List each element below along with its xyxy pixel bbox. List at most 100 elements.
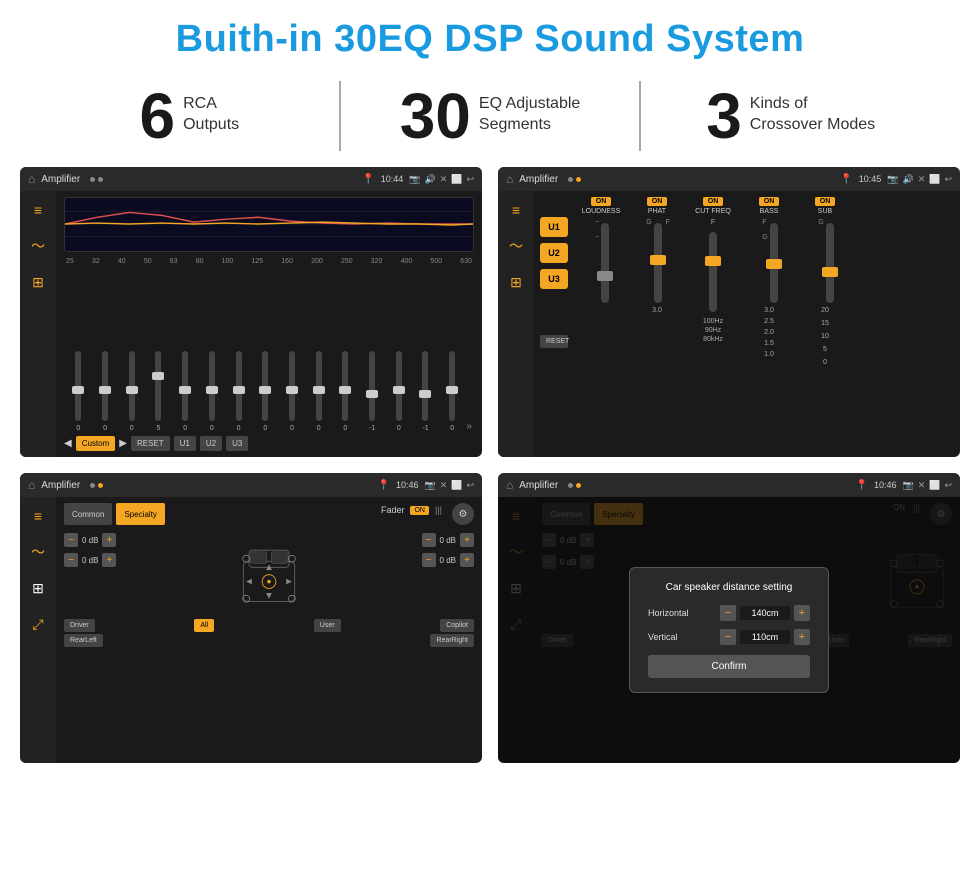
speaker-icon-3[interactable]: ⊞ [25, 577, 51, 599]
car-svg [229, 533, 309, 613]
left-speaker-controls: − 0 dB + − 0 dB + [64, 533, 116, 567]
driver-btn-3[interactable]: Driver [64, 619, 95, 632]
custom-btn[interactable]: Custom [76, 436, 116, 451]
settings-icon: ⚙ [459, 509, 468, 520]
more-icon[interactable]: » [467, 421, 473, 432]
all-btn-3[interactable]: All [194, 619, 214, 632]
copilot-btn-3[interactable]: Copilot [440, 619, 474, 632]
reset-crossover-btn[interactable]: RESET [540, 335, 568, 348]
wave-icon[interactable]: 〜 [25, 235, 51, 257]
prev-btn[interactable]: ◀ [64, 438, 72, 449]
wave-icon-2[interactable]: 〜 [503, 235, 529, 257]
window-icon: ⬜ [451, 174, 462, 185]
u2-crossover-btn[interactable]: U2 [540, 243, 568, 263]
eq-slider-4[interactable]: 0 [173, 351, 198, 432]
camera-icon-3: 📷 [424, 480, 435, 491]
eq-icon-2[interactable]: ≡ [503, 199, 529, 221]
expand-icon-3[interactable]: ⤢ [25, 613, 51, 635]
dot6 [98, 483, 103, 488]
freq-125: 125 [251, 258, 263, 265]
screen1-dots [90, 177, 103, 182]
stat-eq-number: 30 [400, 84, 471, 148]
confirm-button[interactable]: Confirm [648, 655, 810, 678]
rearleft-btn-3[interactable]: RearLeft [64, 634, 103, 647]
screen2-dots [568, 177, 581, 182]
speaker-layout: − 0 dB + − 0 dB + [64, 533, 474, 613]
freq-40: 40 [118, 258, 126, 265]
eq-slider-3[interactable]: 5 [146, 351, 171, 432]
close-icon-2: ✕ [918, 174, 926, 185]
eq-slider-1[interactable]: 0 [93, 351, 118, 432]
u1-crossover-btn[interactable]: U1 [540, 217, 568, 237]
rearright-btn-3[interactable]: RearRight [430, 634, 474, 647]
eq-slider-0[interactable]: 0 [66, 351, 91, 432]
stat-eq-label: EQ AdjustableSegments [479, 84, 580, 136]
user-btn-3[interactable]: User [314, 619, 341, 632]
home-icon-2[interactable]: ⌂ [506, 172, 513, 186]
fr-plus-btn[interactable]: + [460, 533, 474, 547]
home-icon-4[interactable]: ⌂ [506, 478, 513, 492]
u3-crossover-btn[interactable]: U3 [540, 269, 568, 289]
camera-icon-4: 📷 [902, 480, 913, 491]
u3-btn[interactable]: U3 [226, 436, 248, 451]
eq-slider-7[interactable]: 0 [253, 351, 278, 432]
eq-slider-13[interactable]: -1 [413, 351, 438, 432]
stats-row: 6 RCAOutputs 30 EQ AdjustableSegments 3 … [0, 71, 980, 167]
eq-slider-6[interactable]: 0 [226, 351, 251, 432]
eq-slider-10[interactable]: 0 [333, 351, 358, 432]
rr-plus-btn[interactable]: + [460, 553, 474, 567]
eq-slider-11[interactable]: -1 [360, 351, 385, 432]
rl-plus-btn[interactable]: + [102, 553, 116, 567]
home-icon-3[interactable]: ⌂ [28, 478, 35, 492]
u2-btn[interactable]: U2 [200, 436, 222, 451]
eq-icon-3[interactable]: ≡ [25, 505, 51, 527]
settings-btn[interactable]: ⚙ [452, 503, 474, 525]
horizontal-plus-btn[interactable]: + [794, 605, 810, 621]
screen1-header: ⌂ Amplifier 📍 10:44 📷 🔊 ✕ ⬜ ↩ [20, 167, 482, 191]
screen4-header: ⌂ Amplifier 📍 10:46 📷 ✕ ⬜ ↩ [498, 473, 960, 497]
fl-plus-btn[interactable]: + [102, 533, 116, 547]
crossover-controls-area: ON LOUDNESS ~~ ON PHAT G [576, 197, 954, 451]
vertical-minus-btn[interactable]: − [720, 629, 736, 645]
sub-label: SUB [818, 208, 832, 215]
fl-minus-btn[interactable]: − [64, 533, 78, 547]
eq-slider-5[interactable]: 0 [200, 351, 225, 432]
eq-slider-8[interactable]: 0 [280, 351, 305, 432]
screen-eq: ⌂ Amplifier 📍 10:44 📷 🔊 ✕ ⬜ ↩ ≡ 〜 ⊞ [20, 167, 482, 457]
stat-crossover-number: 3 [706, 84, 742, 148]
u1-btn[interactable]: U1 [174, 436, 196, 451]
screen3-title: Amplifier [41, 480, 80, 491]
home-icon[interactable]: ⌂ [28, 172, 35, 186]
vertical-label: Vertical [648, 632, 678, 642]
screen3-location-icon: 📍 [377, 480, 389, 491]
close-icon-4: ✕ [918, 480, 926, 491]
speaker-icon-2[interactable]: ⊞ [503, 271, 529, 293]
fr-minus-btn[interactable]: − [422, 533, 436, 547]
cutfreq-ctrl: ON CUT FREQ F 100Hz 90Hz 80kHz [688, 197, 738, 451]
eq-slider-14[interactable]: 0 [440, 351, 465, 432]
freq-25: 25 [66, 258, 74, 265]
reset-btn[interactable]: RESET [131, 436, 170, 451]
rr-minus-btn[interactable]: − [422, 553, 436, 567]
eq-icon[interactable]: ≡ [25, 199, 51, 221]
rl-minus-btn[interactable]: − [64, 553, 78, 567]
phat-on: ON [647, 197, 668, 206]
eq-slider-12[interactable]: 0 [386, 351, 411, 432]
stat-rca: 6 RCAOutputs [60, 84, 319, 148]
horizontal-minus-btn[interactable]: − [720, 605, 736, 621]
eq-slider-9[interactable]: 0 [306, 351, 331, 432]
back-icon-2: ↩ [944, 174, 952, 185]
freq-160: 160 [281, 258, 293, 265]
back-icon-3: ↩ [466, 480, 474, 491]
stat-rca-number: 6 [140, 84, 176, 148]
specialty-tab-3[interactable]: Specialty [116, 503, 164, 525]
speaker-icon[interactable]: ⊞ [25, 271, 51, 293]
common-tab-3[interactable]: Common [64, 503, 112, 525]
vertical-plus-btn[interactable]: + [794, 629, 810, 645]
close-icon-3: ✕ [440, 480, 448, 491]
next-btn[interactable]: ▶ [119, 438, 127, 449]
stat-eq: 30 EQ AdjustableSegments [361, 84, 620, 148]
wave-icon-3[interactable]: 〜 [25, 541, 51, 563]
eq-slider-2[interactable]: 0 [119, 351, 144, 432]
screen3-bottom-btns: Driver All User Copilot [64, 619, 474, 632]
